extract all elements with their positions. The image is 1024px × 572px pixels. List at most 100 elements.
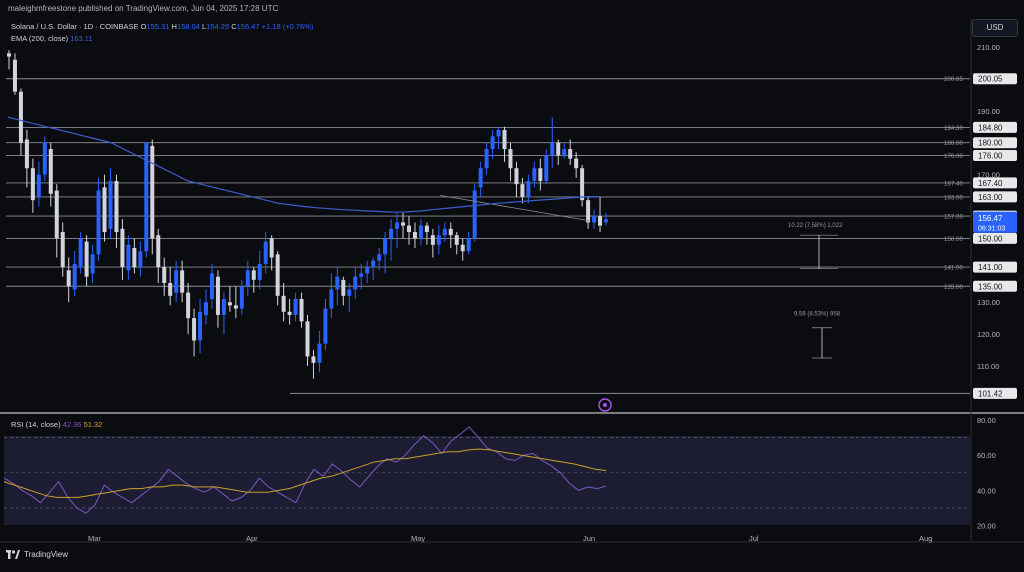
time-axis-label: Jul — [749, 534, 759, 543]
candle-body — [174, 270, 179, 293]
time-axis-label: May — [411, 534, 425, 543]
level-price-badge-text: 176.00 — [978, 151, 1003, 160]
ohlc-key: H — [169, 22, 177, 31]
level-label: 135.00 — [944, 284, 963, 291]
candle-body — [156, 235, 161, 268]
rsi-label: RSI (14, close) — [11, 420, 61, 429]
candle-body — [7, 53, 11, 57]
candle-body — [550, 142, 555, 156]
candle-body — [383, 238, 388, 255]
candle-body — [478, 168, 483, 188]
candle-body — [60, 232, 65, 268]
brand-name: TradingView — [24, 550, 69, 559]
candle-body — [526, 180, 531, 197]
candle-body — [532, 168, 537, 181]
level-label: 150.00 — [944, 236, 963, 243]
replay-icon-dot — [603, 403, 607, 407]
level-label: 141.00 — [944, 265, 963, 272]
time-axis-label: Mar — [88, 534, 101, 543]
candle-body — [508, 149, 513, 169]
level-price-badge-text: 141.00 — [978, 263, 1003, 272]
price-axis-tick: 130.00 — [977, 298, 1000, 307]
candle-body — [257, 263, 262, 280]
chart-area[interactable]: 210.00 190.00 170.00 130.00 120.00 110.00 200.… — [0, 18, 1024, 567]
measure-2-label: 9.58 (8.53%) 958 — [794, 312, 841, 318]
currency-button[interactable]: USD — [972, 19, 1018, 37]
candle-body — [442, 228, 447, 236]
candle-body — [209, 273, 214, 300]
ema-label: EMA (200, close) — [11, 34, 69, 43]
candle-body — [54, 190, 59, 239]
level-price-badge-text: 167.40 — [978, 179, 1003, 188]
candle-body — [18, 91, 23, 143]
candle-body — [424, 225, 429, 233]
candle-body — [66, 270, 71, 287]
candle-body — [448, 228, 453, 236]
candle-body — [162, 267, 167, 284]
candle-body — [592, 216, 597, 223]
symbol-legend[interactable]: Solana / U.S. Dollar · 1D · COINBASE O15… — [11, 22, 313, 31]
candle-body — [138, 251, 143, 268]
candle-body — [108, 180, 113, 229]
candle-body — [520, 184, 525, 197]
candle-body — [496, 129, 501, 137]
rsi-ma-value: 51.32 — [83, 420, 103, 429]
candle-body — [251, 270, 256, 280]
symbol-title: Solana / U.S. Dollar · 1D · COINBASE — [11, 22, 139, 31]
candle-body — [353, 276, 358, 290]
candle-body — [574, 158, 579, 169]
price-axis-tick: 210.00 — [977, 43, 1000, 52]
candle-body — [466, 238, 471, 252]
level-label: 157.00 — [944, 214, 963, 221]
candle-body — [377, 254, 382, 261]
price-axis-tick: 190.00 — [977, 107, 1000, 116]
candle-body — [502, 129, 507, 150]
tradingview-brand[interactable]: TradingView — [6, 550, 68, 559]
time-axis-label: Jun — [583, 534, 595, 543]
rsi-legend[interactable]: RSI (14, close) 42.36 51.32 — [11, 420, 102, 429]
candle-body — [198, 311, 203, 341]
price-axis-tick: 110.00 — [977, 362, 999, 371]
ema-value: 163.11 — [70, 34, 93, 43]
candle-body — [604, 219, 608, 223]
price-chart-svg[interactable]: 210.00190.00170.00130.00120.00110.00200.… — [0, 18, 1024, 567]
candle-body — [544, 155, 549, 181]
candle-body — [568, 149, 573, 159]
candle-body — [317, 343, 322, 363]
candle-body — [454, 235, 459, 245]
candle-body — [395, 222, 400, 229]
candle-body — [269, 238, 274, 258]
level-price-badge-text: 163.00 — [978, 193, 1003, 202]
candle-body — [418, 225, 423, 239]
candle-body — [323, 308, 328, 344]
candle-body — [430, 235, 435, 245]
candle-body — [42, 142, 47, 175]
rsi-axis-tick: 80.00 — [977, 416, 996, 425]
candle-body — [132, 247, 137, 268]
level-price-badge-text: 184.80 — [978, 123, 1003, 132]
level-label: 163.00 — [944, 194, 963, 201]
ema-legend[interactable]: EMA (200, close) 163.11 — [11, 34, 93, 43]
bar-countdown: 06:31:03 — [978, 225, 1005, 232]
candle-body — [96, 190, 101, 255]
candle-body — [186, 292, 191, 319]
candle-body — [204, 302, 209, 315]
candle-body — [192, 318, 197, 341]
candle-body — [263, 241, 268, 264]
candle-body — [347, 289, 352, 296]
candle-body — [406, 225, 411, 233]
candle-body — [412, 232, 417, 239]
level-label: 167.40 — [944, 180, 963, 187]
candle-body — [221, 299, 226, 315]
candle-body — [562, 149, 567, 156]
ohlc-key: C — [229, 22, 237, 31]
candle-body — [311, 356, 316, 363]
price-change: +1.18 (+0.76%) — [261, 22, 314, 31]
candle-body — [84, 241, 89, 277]
candle-body — [150, 145, 155, 239]
candle-body — [359, 273, 364, 277]
ohlc-value: 154.29 — [206, 22, 230, 31]
candle-body — [24, 139, 29, 169]
current-price-value: 156.47 — [978, 214, 1003, 223]
measure-1-label: 10.22 (7.58%) 1,022 — [788, 223, 843, 229]
